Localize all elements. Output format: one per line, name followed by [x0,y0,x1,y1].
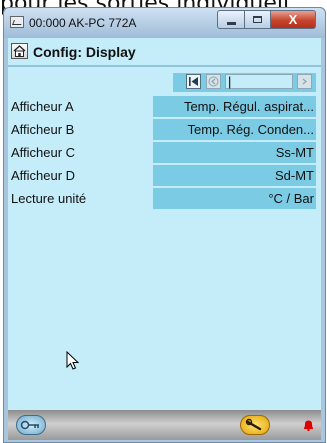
setting-value[interactable]: °C / Bar [153,188,316,209]
maximize-button[interactable] [244,10,271,29]
setting-value[interactable]: Temp. Régul. aspirat... [153,96,316,117]
key-button[interactable] [16,415,46,435]
home-icon [13,45,26,57]
setting-label: Afficheur B [11,122,75,137]
setting-row-afficheur-a: Afficheur A Temp. Régul. aspirat... [8,96,321,117]
page-input[interactable]: | [225,74,293,89]
setting-value[interactable]: Ss-MT [153,142,316,163]
mouse-pointer-icon [66,351,80,370]
setting-label: Lecture unité [11,191,87,206]
setting-label: Afficheur C [11,145,76,160]
first-page-button[interactable] [186,74,201,89]
setting-label: Afficheur D [11,168,76,183]
minimize-button[interactable] [217,10,245,29]
title-bar[interactable]: 00:000 AK-PC 772A X [4,8,325,38]
setting-label: Afficheur A [11,99,74,114]
app-window: 00:000 AK-PC 772A X Config: Display | Af… [3,7,326,443]
setting-value[interactable]: Sd-MT [153,165,316,186]
setting-row-lecture-unite: Lecture unité °C / Bar [8,188,321,209]
next-button[interactable] [297,74,312,89]
next-icon [302,78,307,85]
setting-row-afficheur-d: Afficheur D Sd-MT [8,165,321,186]
setting-row-afficheur-b: Afficheur B Temp. Rég. Conden... [8,119,321,140]
page-title: Config: Display [33,44,136,60]
close-icon: X [288,12,298,27]
app-icon [10,16,24,28]
home-button[interactable] [11,43,28,59]
bell-icon[interactable] [302,419,315,431]
wrench-icon [245,418,262,431]
window-title: 00:000 AK-PC 772A [29,16,137,30]
setting-row-afficheur-c: Afficheur C Ss-MT [8,142,321,163]
close-button[interactable]: X [270,10,316,29]
pager: | [173,73,316,92]
first-page-icon [189,77,198,86]
key-icon [20,420,39,430]
maximize-icon [253,16,262,23]
setting-value[interactable]: Temp. Rég. Conden... [153,119,316,140]
service-tool-button[interactable] [240,415,270,435]
bottom-toolbar [8,410,321,440]
minimize-icon [226,21,236,25]
previous-button[interactable] [206,74,221,89]
client-area: Config: Display | Afficheur A Temp. Régu… [8,38,321,440]
previous-icon [208,76,219,87]
header-divider [8,65,321,67]
